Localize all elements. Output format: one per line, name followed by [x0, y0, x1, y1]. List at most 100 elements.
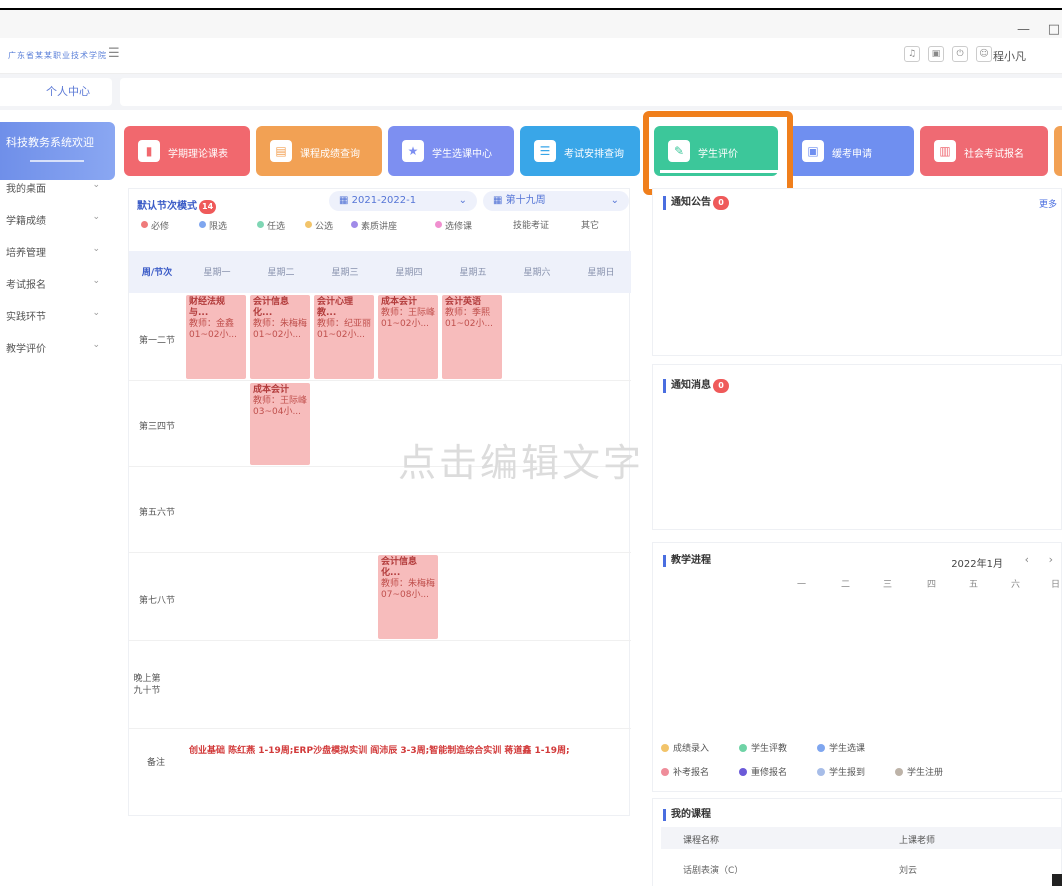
weekday-tue: 二: [841, 580, 851, 590]
shortcut-timetable[interactable]: ▮ 学期理论课表: [124, 126, 250, 176]
shortcut-course-selection[interactable]: ★ 学生选课中心: [388, 126, 514, 176]
shortcut-exam-schedule[interactable]: ☰ 考试安排查询: [520, 126, 640, 176]
legend-dot: [895, 768, 903, 776]
shortcut-grade-query[interactable]: ▤ 课程成绩查询: [256, 126, 382, 176]
sidebar-item-desktop[interactable]: 我的桌面 ⌄: [6, 180, 106, 195]
teaching-progress-panel: 教学进程 2022年1月 ‹ › 一 二 三 四 五 六 日 成绩录入 学生评教…: [652, 542, 1062, 792]
app-header: 广东省某某职业技术学院 ☰ ♫ ▣ ⏻ ☺ 程小凡: [0, 38, 1062, 74]
progress-legend-item: 成绩录入: [661, 741, 709, 754]
legend-label: 技能考证: [513, 221, 550, 231]
timetable-icon: ▮: [138, 140, 160, 162]
course-name: 会计英语: [445, 297, 482, 307]
legend-label: 成绩录入: [673, 744, 710, 754]
term-value: 2021-2022-1: [351, 195, 417, 206]
schedule-panel: 默认节次模式 14 ▦ 2021-2022-1 ⌄ ▦ 第十九周 ⌄ 必修 限选 任选…: [128, 188, 631, 816]
more-link[interactable]: 更多: [1039, 197, 1057, 210]
course-name: 成本会计: [381, 297, 418, 307]
sidebar-item-grades[interactable]: 学籍成绩 ⌄: [6, 212, 106, 227]
message-title: 通知消息 0: [663, 379, 729, 393]
schedule-mode[interactable]: 默认节次模式 14: [137, 197, 217, 214]
course-card[interactable]: 财经法规与... 教师：金鑫 01~02小...: [186, 295, 246, 379]
legend-elective: 选修课: [435, 221, 485, 233]
notice-badge: 0: [713, 196, 729, 210]
user-icon[interactable]: ☺: [976, 46, 992, 62]
sidebar-item-practice[interactable]: 实践环节 ⌄: [6, 308, 106, 323]
progress-legend-item: 补考报名: [661, 765, 709, 778]
notice-title-text: 通知公告: [671, 197, 711, 208]
legend-dot: [199, 221, 206, 228]
legend-dot: [661, 744, 669, 752]
course-teacher: 教师：王际峰: [381, 308, 436, 318]
schedule-header: 默认节次模式 14 ▦ 2021-2022-1 ⌄ ▦ 第十九周 ⌄: [129, 189, 631, 217]
bell-icon[interactable]: ♫: [904, 46, 920, 62]
legend-required: 必修: [141, 221, 169, 233]
shortcut-overflow[interactable]: [1054, 126, 1062, 176]
remark-text: 创业基础 陈红燕 1-19周;ERP沙盘模拟实训 阎沛辰 3-3周;智能制造综合…: [189, 746, 570, 756]
course-card[interactable]: 会计信息化... 教师：朱梅梅 07~08小...: [378, 555, 438, 639]
next-month-button[interactable]: ›: [1049, 553, 1053, 566]
shortcut-defer-exam[interactable]: ▣ 缓考申请: [788, 126, 914, 176]
resize-handle[interactable]: [1052, 874, 1062, 886]
legend-dot: [739, 744, 747, 752]
my-courses-panel: 我的课程 课程名称 上课老师 话剧表演（C） 刘云: [652, 798, 1062, 886]
header-tue: 星期二: [267, 268, 295, 278]
course-name: 成本会计: [253, 385, 290, 395]
course-name: 会计信息化...: [253, 297, 290, 318]
course-card[interactable]: 成本会计 教师：王际峰 03~04小...: [250, 383, 310, 465]
remark-label: 备注: [147, 758, 166, 768]
progress-title: 教学进程: [663, 555, 711, 567]
shortcut-label: 学期理论课表: [168, 149, 228, 160]
legend-dot: [257, 221, 264, 228]
power-icon[interactable]: ⏻: [952, 46, 968, 62]
table-header-band: [661, 827, 1061, 849]
course-card[interactable]: 成本会计 教师：王际峰 01~02小...: [378, 295, 438, 379]
lock-icon[interactable]: ▣: [928, 46, 944, 62]
school-logo[interactable]: 广东省某某职业技术学院: [8, 50, 107, 61]
week-select[interactable]: ▦ 第十九周 ⌄: [483, 191, 629, 211]
course-time: 01~02小...: [445, 319, 494, 329]
sidebar-item-training[interactable]: 培养管理 ⌄: [6, 244, 106, 259]
minimize-button[interactable]: —: [1017, 22, 1030, 37]
remark-row: 备注 创业基础 陈红燕 1-19周;ERP沙盘模拟实训 阎沛辰 3-3周;智能制…: [129, 729, 631, 815]
period-label: 第三四节: [138, 422, 175, 432]
course-card[interactable]: 会计心理教... 教师：纪亚丽 01~02小...: [314, 295, 374, 379]
grade-icon: ▤: [270, 140, 292, 162]
header-thu: 星期四: [395, 268, 423, 278]
course-name: 会计心理教...: [317, 297, 354, 318]
course-time: 01~02小...: [189, 330, 238, 340]
col-teacher: 上课老师: [899, 836, 936, 846]
sidebar-banner-text: 科技教务系统欢迎: [6, 136, 94, 149]
col-course-name: 课程名称: [683, 836, 720, 846]
legend-dot: [817, 744, 825, 752]
menu-toggle-icon[interactable]: ☰: [108, 47, 124, 61]
term-select[interactable]: ▦ 2021-2022-1 ⌄: [329, 191, 477, 211]
tab-personal-center[interactable]: 个人中心: [0, 78, 112, 106]
username[interactable]: 程小凡: [993, 48, 1026, 64]
calendar-icon: ▦: [493, 195, 506, 206]
course-card[interactable]: 会计英语 教师：季熙 01~02小...: [442, 295, 502, 379]
exam-icon: ☰: [534, 140, 556, 162]
shortcut-label: 社会考试报名: [964, 149, 1024, 160]
course-teacher: 教师：王际峰: [253, 396, 308, 406]
period-row: 第七八节 会计信息化... 教师：朱梅梅 07~08小...: [129, 553, 631, 641]
week-value: 第十九周: [505, 195, 546, 206]
legend-label: 素质讲座: [361, 222, 398, 232]
header-period: 周/节次: [141, 268, 173, 278]
course-name-cell[interactable]: 话剧表演（C）: [683, 863, 743, 876]
course-teacher: 教师：朱梅梅: [381, 579, 436, 589]
prev-month-button[interactable]: ‹: [1025, 553, 1029, 566]
header-sun: 星期日: [587, 268, 615, 278]
maximize-button[interactable]: □: [1048, 22, 1060, 37]
legend-public: 公选: [305, 221, 333, 233]
header-fri: 星期五: [459, 268, 487, 278]
shortcut-label: 学生选课中心: [432, 149, 492, 160]
course-card[interactable]: 会计信息化... 教师：朱梅梅 01~02小...: [250, 295, 310, 379]
sidebar-item-exam-signup[interactable]: 考试报名 ⌄: [6, 276, 106, 291]
my-courses-title: 我的课程: [663, 809, 711, 821]
defer-icon: ▣: [802, 140, 824, 162]
course-name: 会计信息化...: [381, 557, 418, 578]
shortcut-social-exam[interactable]: ▥ 社会考试报名: [920, 126, 1048, 176]
legend-label: 补考报名: [673, 768, 710, 778]
sidebar-item-teaching-eval[interactable]: 教学评价 ⌄: [6, 340, 106, 355]
mode-badge: 14: [199, 200, 217, 214]
